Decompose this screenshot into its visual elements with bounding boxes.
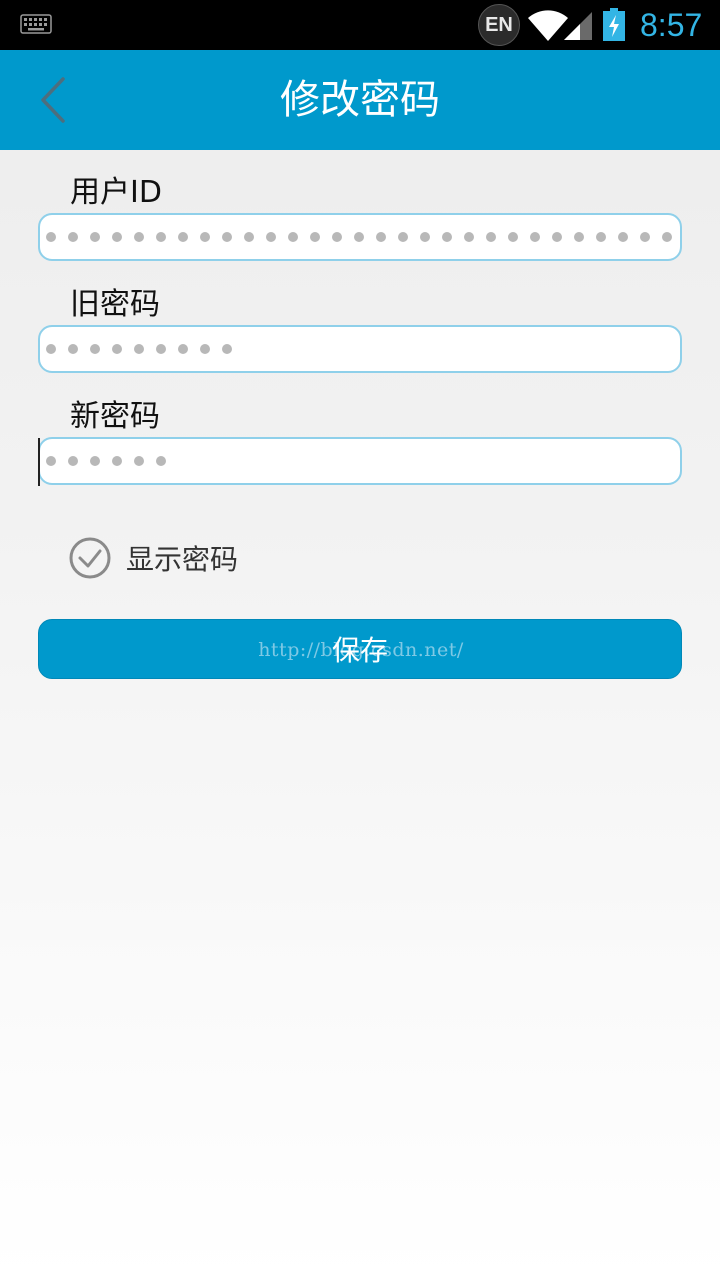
mask-dot xyxy=(574,232,584,242)
mask-dot xyxy=(442,232,452,242)
mask-dot xyxy=(112,456,122,466)
page-title: 修改密码 xyxy=(280,77,440,123)
mask-dot xyxy=(508,232,518,242)
mask-dot xyxy=(376,232,386,242)
mask-dot xyxy=(486,232,496,242)
mask-dot xyxy=(90,344,100,354)
mask-dot xyxy=(266,232,276,242)
old-password-label: 旧密码 xyxy=(70,287,160,322)
mask-dot xyxy=(178,232,188,242)
show-password-toggle[interactable]: 显示密码 xyxy=(68,534,238,582)
battery-charging-icon xyxy=(603,8,625,41)
mask-dot xyxy=(552,232,562,242)
check-circle-icon xyxy=(69,537,111,579)
back-button[interactable] xyxy=(24,72,80,128)
user-id-field[interactable] xyxy=(38,213,682,261)
mask-dot xyxy=(68,344,78,354)
mask-dot xyxy=(310,232,320,242)
mask-dot xyxy=(398,232,408,242)
mask-dot xyxy=(222,232,232,242)
mask-dot xyxy=(46,232,56,242)
save-button[interactable]: http://blog.csdn.net/ 保存 xyxy=(38,619,682,679)
masked-value xyxy=(46,232,672,242)
mask-dot xyxy=(68,456,78,466)
masked-value xyxy=(46,344,232,354)
save-button-label: 保存 xyxy=(331,634,388,667)
mask-dot xyxy=(156,232,166,242)
signal-icon xyxy=(564,12,592,40)
mask-dot xyxy=(222,344,232,354)
mask-dot xyxy=(244,232,254,242)
mask-dot xyxy=(134,232,144,242)
mask-dot xyxy=(112,344,122,354)
user-id-label: 用户ID xyxy=(70,175,162,210)
mask-dot xyxy=(134,344,144,354)
mask-dot xyxy=(178,344,188,354)
mask-dot xyxy=(68,232,78,242)
mask-dot xyxy=(420,232,430,242)
mask-dot xyxy=(530,232,540,242)
old-password-field[interactable] xyxy=(38,325,682,373)
mask-dot xyxy=(46,456,56,466)
mask-dot xyxy=(200,344,210,354)
mask-dot xyxy=(464,232,474,242)
text-cursor xyxy=(38,438,40,486)
mask-dot xyxy=(46,344,56,354)
chevron-left-icon xyxy=(41,77,65,123)
mask-dot xyxy=(200,232,210,242)
mask-dot xyxy=(662,232,672,242)
mask-dot xyxy=(112,232,122,242)
mask-dot xyxy=(134,456,144,466)
app-bar: 修改密码 xyxy=(0,50,720,150)
mask-dot xyxy=(156,456,166,466)
mask-dot xyxy=(618,232,628,242)
status-bar: EN 8:57 xyxy=(0,0,720,50)
new-password-label: 新密码 xyxy=(70,399,160,434)
mask-dot xyxy=(288,232,298,242)
mask-dot xyxy=(354,232,364,242)
mask-dot xyxy=(596,232,606,242)
mask-dot xyxy=(156,344,166,354)
status-clock: 8:57 xyxy=(640,7,703,43)
masked-value xyxy=(46,456,166,466)
keyboard-icon xyxy=(20,14,52,34)
mask-dot xyxy=(640,232,650,242)
ime-badge: EN xyxy=(478,4,520,46)
show-password-label: 显示密码 xyxy=(126,543,239,576)
mask-dot xyxy=(332,232,342,242)
mask-dot xyxy=(90,232,100,242)
mask-dot xyxy=(90,456,100,466)
new-password-field[interactable] xyxy=(38,437,682,485)
